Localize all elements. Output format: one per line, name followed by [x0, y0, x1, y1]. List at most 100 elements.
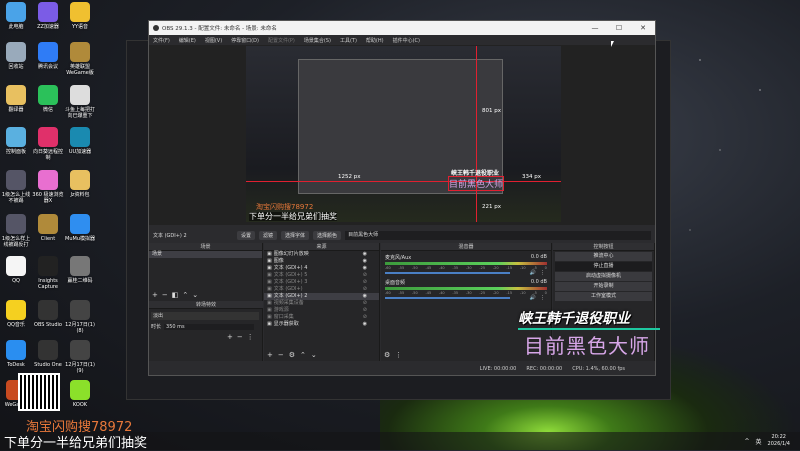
- desktop-icon[interactable]: 1级怎么上线不被踢: [0, 170, 32, 204]
- desktop-icon[interactable]: 控制面板: [0, 127, 32, 155]
- volume-slider[interactable]: [385, 297, 510, 299]
- source-item[interactable]: ▣ 文本 (GDI+) 4 ◉: [264, 265, 379, 272]
- eye-icon[interactable]: ◉: [363, 258, 367, 265]
- menu-file[interactable]: 文件(F): [153, 37, 170, 44]
- maximize-button[interactable]: ☐: [607, 24, 631, 32]
- desktop-icon[interactable]: 回收站: [0, 42, 32, 70]
- volume-slider[interactable]: [385, 272, 510, 274]
- eye-icon[interactable]: ◉: [363, 265, 367, 272]
- stop-streaming-button[interactable]: 停止直播: [555, 262, 652, 271]
- desktop-icon[interactable]: Client: [32, 214, 64, 242]
- menu-edit[interactable]: 编辑(E): [179, 37, 196, 44]
- scene-item[interactable]: 场景: [149, 251, 262, 258]
- eye-icon[interactable]: ◉: [363, 321, 367, 328]
- source-properties-button[interactable]: ⚙: [289, 351, 295, 359]
- source-item[interactable]: ▣ 图像 ◉: [264, 258, 379, 265]
- select-color-button[interactable]: 选择颜色: [313, 230, 342, 240]
- desktop-icon[interactable]: Studio One: [32, 340, 64, 368]
- remove-transition-button[interactable]: −: [237, 333, 243, 341]
- preview-selected-text[interactable]: 目前黑色大师: [448, 176, 505, 191]
- add-source-button[interactable]: +: [267, 351, 273, 359]
- menu-scene-collection[interactable]: 场景集合(S): [304, 37, 331, 44]
- settings-button[interactable]: 设置: [237, 230, 256, 240]
- speaker-icon[interactable]: 🔊: [530, 295, 536, 301]
- source-item[interactable]: ▣ 图像幻灯片放映 ◉: [264, 251, 379, 258]
- source-item[interactable]: ▣ 文本 (GDI+) ⊘: [264, 286, 379, 293]
- desktop-icon[interactable]: 赢桂二维码: [64, 256, 96, 284]
- desktop-icon[interactable]: OBS Studio: [32, 300, 64, 328]
- minimize-button[interactable]: —: [583, 24, 607, 32]
- move-down-button[interactable]: ⌄: [311, 351, 317, 359]
- clock[interactable]: 20:22 2026/1/4: [768, 434, 790, 448]
- desktop-icon[interactable]: 微信: [32, 85, 64, 113]
- transition-select[interactable]: 淡出: [151, 312, 259, 320]
- desktop-icon[interactable]: 12月17日(1)(8): [64, 300, 96, 334]
- source-item[interactable]: ▣ 窗口采集 ⊘: [264, 314, 379, 321]
- eye-icon[interactable]: ◉: [363, 293, 367, 300]
- channel-menu-icon[interactable]: ⋮: [540, 270, 545, 276]
- desktop-icon[interactable]: 1级怎么样上线被踢反打: [0, 214, 32, 248]
- eye-icon[interactable]: ◉: [363, 251, 367, 258]
- menu-plugins[interactable]: 插件中心(C): [393, 37, 420, 44]
- start-recording-button[interactable]: 开始录制: [555, 282, 652, 291]
- mixer-menu-button[interactable]: ⋮: [395, 351, 402, 359]
- desktop-icon[interactable]: 此电脑: [0, 2, 32, 30]
- studio-mode-button[interactable]: 工作室模式: [555, 292, 652, 301]
- desktop-icon[interactable]: QQ音乐: [0, 300, 32, 328]
- eye-hidden-icon[interactable]: ⊘: [363, 286, 367, 293]
- desktop-icon[interactable]: QQ: [0, 256, 32, 284]
- eye-hidden-icon[interactable]: ⊘: [363, 300, 367, 307]
- desktop-icon[interactable]: 12月17日(1)(9): [64, 340, 96, 374]
- menu-docks[interactable]: 停靠窗口(D): [231, 37, 259, 44]
- remove-scene-button[interactable]: −: [162, 291, 168, 299]
- desktop-icon[interactable]: 360 极速浏览器X: [32, 170, 64, 204]
- desktop-icon[interactable]: UU加速器: [64, 127, 96, 155]
- source-item[interactable]: ▣ 视频采集设备 ⊘: [264, 300, 379, 307]
- desktop-icon[interactable]: 英雄联盟WeGame版: [64, 42, 96, 76]
- menu-view[interactable]: 视图(V): [205, 37, 222, 44]
- menu-profile[interactable]: 配置文件(P): [268, 37, 295, 44]
- scene-filter-button[interactable]: ◧: [172, 291, 179, 299]
- text-input[interactable]: 目前黑色大师: [345, 230, 651, 240]
- desktop-icon[interactable]: YY语音: [64, 2, 96, 30]
- desktop-icon[interactable]: 翻译器: [0, 85, 32, 113]
- add-scene-button[interactable]: +: [152, 291, 158, 299]
- close-button[interactable]: ✕: [631, 24, 655, 32]
- channel-menu-icon[interactable]: ⋮: [540, 295, 545, 301]
- menu-tools[interactable]: 工具(T): [340, 37, 357, 44]
- move-up-button[interactable]: ⌃: [300, 351, 306, 359]
- eye-hidden-icon[interactable]: ⊘: [363, 272, 367, 279]
- eye-hidden-icon[interactable]: ⊘: [363, 307, 367, 314]
- stream-center-button[interactable]: 推流中心: [555, 252, 652, 261]
- start-virtual-camera-button[interactable]: 启动虚拟摄像机: [555, 272, 652, 281]
- source-item[interactable]: ▣ 文本 (GDI+) 5 ⊘: [264, 272, 379, 279]
- speaker-icon[interactable]: 🔊: [530, 270, 536, 276]
- source-item[interactable]: ▣ 文本 (GDI+) 2 ◉: [264, 293, 379, 300]
- source-item[interactable]: ▣ 文本 (GDI+) 3 ⊘: [264, 279, 379, 286]
- desktop-icon[interactable]: ZZ加速器: [32, 2, 64, 30]
- menu-help[interactable]: 帮助(H): [366, 37, 384, 44]
- add-transition-button[interactable]: +: [227, 333, 233, 341]
- move-down-button[interactable]: ⌄: [192, 291, 198, 299]
- move-up-button[interactable]: ⌃: [182, 291, 188, 299]
- desktop-icon[interactable]: MuMu模拟器: [64, 214, 96, 242]
- eye-hidden-icon[interactable]: ⊘: [363, 314, 367, 321]
- preview-canvas[interactable]: 801 px 1252 px 334 px 221 px 峡王韩千退役职业 目前…: [246, 46, 561, 222]
- desktop-icon[interactable]: 腾讯会议: [32, 42, 64, 70]
- preview-area[interactable]: 801 px 1252 px 334 px 221 px 峡王韩千退役职业 目前…: [149, 45, 655, 225]
- desktop-icon[interactable]: Insights Capture: [32, 256, 64, 290]
- desktop-icon[interactable]: KOOK: [64, 380, 96, 408]
- desktop-icon[interactable]: ToDesk: [0, 340, 32, 368]
- tray-chevron-icon[interactable]: ^: [744, 438, 749, 445]
- remove-source-button[interactable]: −: [278, 351, 284, 359]
- filters-button[interactable]: 滤镜: [259, 230, 278, 240]
- duration-input[interactable]: 350 ms: [164, 323, 255, 330]
- desktop-icon[interactable]: 斗鱼上每把打向已爆重下: [64, 85, 96, 119]
- eye-hidden-icon[interactable]: ⊘: [363, 279, 367, 286]
- desktop-icon[interactable]: 向日葵远程控制: [32, 127, 64, 161]
- select-font-button[interactable]: 选择字体: [281, 230, 310, 240]
- source-item[interactable]: ▣ 显示器获取 ◉: [264, 321, 379, 328]
- audio-settings-icon[interactable]: ⚙: [384, 351, 390, 359]
- transition-menu-button[interactable]: ⋮: [247, 333, 254, 341]
- ime-indicator[interactable]: 英: [756, 437, 762, 446]
